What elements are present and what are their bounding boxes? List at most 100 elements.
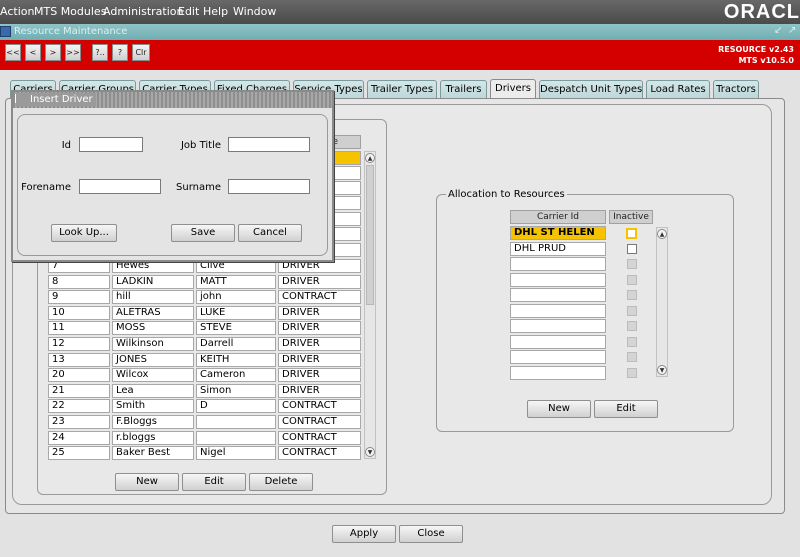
driver-surname-cell[interactable]: hill: [112, 290, 194, 305]
column-header-carrier-id[interactable]: Carrier Id: [510, 210, 606, 224]
scroll-up-icon[interactable]: ▲: [657, 229, 667, 239]
carrier-id-cell[interactable]: [510, 350, 606, 364]
driver-surname-cell[interactable]: Baker Best: [112, 446, 194, 461]
allocation-scrollbar[interactable]: ▲ ▼: [656, 227, 668, 377]
scroll-down-icon[interactable]: ▼: [365, 447, 375, 457]
help-button[interactable]: ?: [112, 44, 128, 61]
inactive-checkbox[interactable]: [626, 228, 637, 239]
driver-id-cell[interactable]: 22: [48, 399, 110, 414]
last-record-button[interactable]: >>: [65, 44, 81, 61]
menu-administration[interactable]: Administration: [103, 5, 184, 18]
carrier-id-cell[interactable]: [510, 319, 606, 333]
tab-drivers[interactable]: Drivers: [490, 79, 536, 100]
driver-id-cell[interactable]: 25: [48, 446, 110, 461]
column-header-inactive[interactable]: Inactive: [609, 210, 653, 224]
driver-type-cell[interactable]: DRIVER: [278, 352, 361, 367]
first-record-button[interactable]: <<: [5, 44, 21, 61]
driver-forename-cell[interactable]: STEVE: [196, 321, 276, 336]
driver-forename-cell[interactable]: MATT: [196, 274, 276, 289]
inactive-checkbox[interactable]: [627, 243, 637, 254]
driver-id-cell[interactable]: 8: [48, 274, 110, 289]
tab-load-rates[interactable]: Load Rates: [646, 80, 710, 99]
driver-type-cell[interactable]: CONTRACT: [278, 290, 361, 305]
driver-surname-cell[interactable]: JONES: [112, 352, 194, 367]
driver-surname-cell[interactable]: r.bloggs: [112, 430, 194, 445]
drivers-new-button[interactable]: New: [115, 473, 179, 491]
surname-field[interactable]: [228, 179, 310, 194]
driver-type-cell[interactable]: CONTRACT: [278, 430, 361, 445]
driver-type-cell[interactable]: DRIVER: [278, 383, 361, 398]
driver-type-cell[interactable]: DRIVER: [278, 337, 361, 351]
driver-id-cell[interactable]: 9: [48, 290, 110, 305]
drivers-delete-button[interactable]: Delete: [249, 473, 313, 491]
driver-surname-cell[interactable]: MOSS: [112, 321, 194, 336]
close-button[interactable]: Close: [399, 525, 463, 543]
driver-forename-cell[interactable]: Simon: [196, 383, 276, 398]
menu-mts-modules[interactable]: MTS Modules: [34, 5, 106, 18]
driver-id-cell[interactable]: 12: [48, 337, 110, 351]
menu-edit[interactable]: Edit: [178, 5, 199, 18]
carrier-id-cell[interactable]: [510, 257, 606, 271]
clear-button[interactable]: Clr: [132, 44, 150, 61]
carrier-id-cell[interactable]: [510, 365, 606, 380]
job-title-field[interactable]: [228, 137, 310, 152]
scroll-up-icon[interactable]: ▲: [365, 153, 375, 163]
scroll-thumb[interactable]: [366, 165, 374, 305]
driver-forename-cell[interactable]: Nigel: [196, 446, 276, 461]
driver-surname-cell[interactable]: F.Bloggs: [112, 415, 194, 429]
driver-id-cell[interactable]: 24: [48, 430, 110, 445]
driver-surname-cell[interactable]: ALETRAS: [112, 305, 194, 320]
apply-button[interactable]: Apply: [332, 525, 396, 543]
driver-forename-cell[interactable]: Darrell: [196, 337, 276, 351]
tab-tractors[interactable]: Tractors: [713, 80, 759, 99]
driver-surname-cell[interactable]: Lea: [112, 383, 194, 398]
driver-id-cell[interactable]: 21: [48, 383, 110, 398]
driver-id-cell[interactable]: 11: [48, 321, 110, 336]
cancel-button[interactable]: Cancel: [238, 224, 302, 242]
forename-field[interactable]: [79, 179, 161, 194]
drivers-edit-button[interactable]: Edit: [182, 473, 246, 491]
maximize-icon[interactable]: ↗: [788, 25, 796, 36]
tab-trailers[interactable]: Trailers: [440, 80, 487, 99]
scroll-down-icon[interactable]: ▼: [657, 365, 667, 375]
driver-type-cell[interactable]: CONTRACT: [278, 399, 361, 414]
minimize-icon[interactable]: ↙: [774, 25, 782, 36]
id-field[interactable]: [79, 137, 143, 152]
driver-id-cell[interactable]: 10: [48, 305, 110, 320]
driver-type-cell[interactable]: CONTRACT: [278, 415, 361, 429]
driver-surname-cell[interactable]: Smith: [112, 399, 194, 414]
driver-surname-cell[interactable]: Wilcox: [112, 368, 194, 383]
carrier-id-cell[interactable]: [510, 334, 606, 349]
driver-type-cell[interactable]: DRIVER: [278, 305, 361, 320]
menu-help[interactable]: Help: [203, 5, 228, 18]
lookup-button[interactable]: Look Up...: [51, 224, 117, 242]
menu-action[interactable]: Action: [0, 5, 34, 18]
dialog-titlebar[interactable]: Insert Driver: [13, 92, 332, 108]
allocation-new-button[interactable]: New: [527, 400, 591, 418]
driver-type-cell[interactable]: DRIVER: [278, 368, 361, 383]
menu-window[interactable]: Window: [233, 5, 276, 18]
carrier-id-cell[interactable]: [510, 303, 606, 318]
driver-forename-cell[interactable]: [196, 430, 276, 445]
carrier-id-cell[interactable]: DHL PRUD: [510, 241, 606, 256]
driver-forename-cell[interactable]: D: [196, 399, 276, 414]
carrier-id-cell[interactable]: [510, 272, 606, 287]
driver-forename-cell[interactable]: Cameron: [196, 368, 276, 383]
carrier-id-cell[interactable]: [510, 288, 606, 302]
driver-forename-cell[interactable]: john: [196, 290, 276, 305]
tab-despatch-unit-types[interactable]: Despatch Unit Types: [539, 80, 643, 99]
save-button[interactable]: Save: [171, 224, 235, 242]
driver-type-cell[interactable]: CONTRACT: [278, 446, 361, 461]
driver-surname-cell[interactable]: LADKIN: [112, 274, 194, 289]
tab-trailer-types[interactable]: Trailer Types: [367, 80, 437, 99]
driver-surname-cell[interactable]: Wilkinson: [112, 337, 194, 351]
query-button[interactable]: ?..: [92, 44, 108, 61]
driver-type-cell[interactable]: DRIVER: [278, 274, 361, 289]
driver-id-cell[interactable]: 23: [48, 415, 110, 429]
driver-forename-cell[interactable]: LUKE: [196, 305, 276, 320]
allocation-edit-button[interactable]: Edit: [594, 400, 658, 418]
previous-record-button[interactable]: <: [25, 44, 41, 61]
carrier-id-cell[interactable]: DHL ST HELEN: [510, 226, 606, 240]
driver-id-cell[interactable]: 20: [48, 368, 110, 383]
driver-type-cell[interactable]: DRIVER: [278, 321, 361, 336]
